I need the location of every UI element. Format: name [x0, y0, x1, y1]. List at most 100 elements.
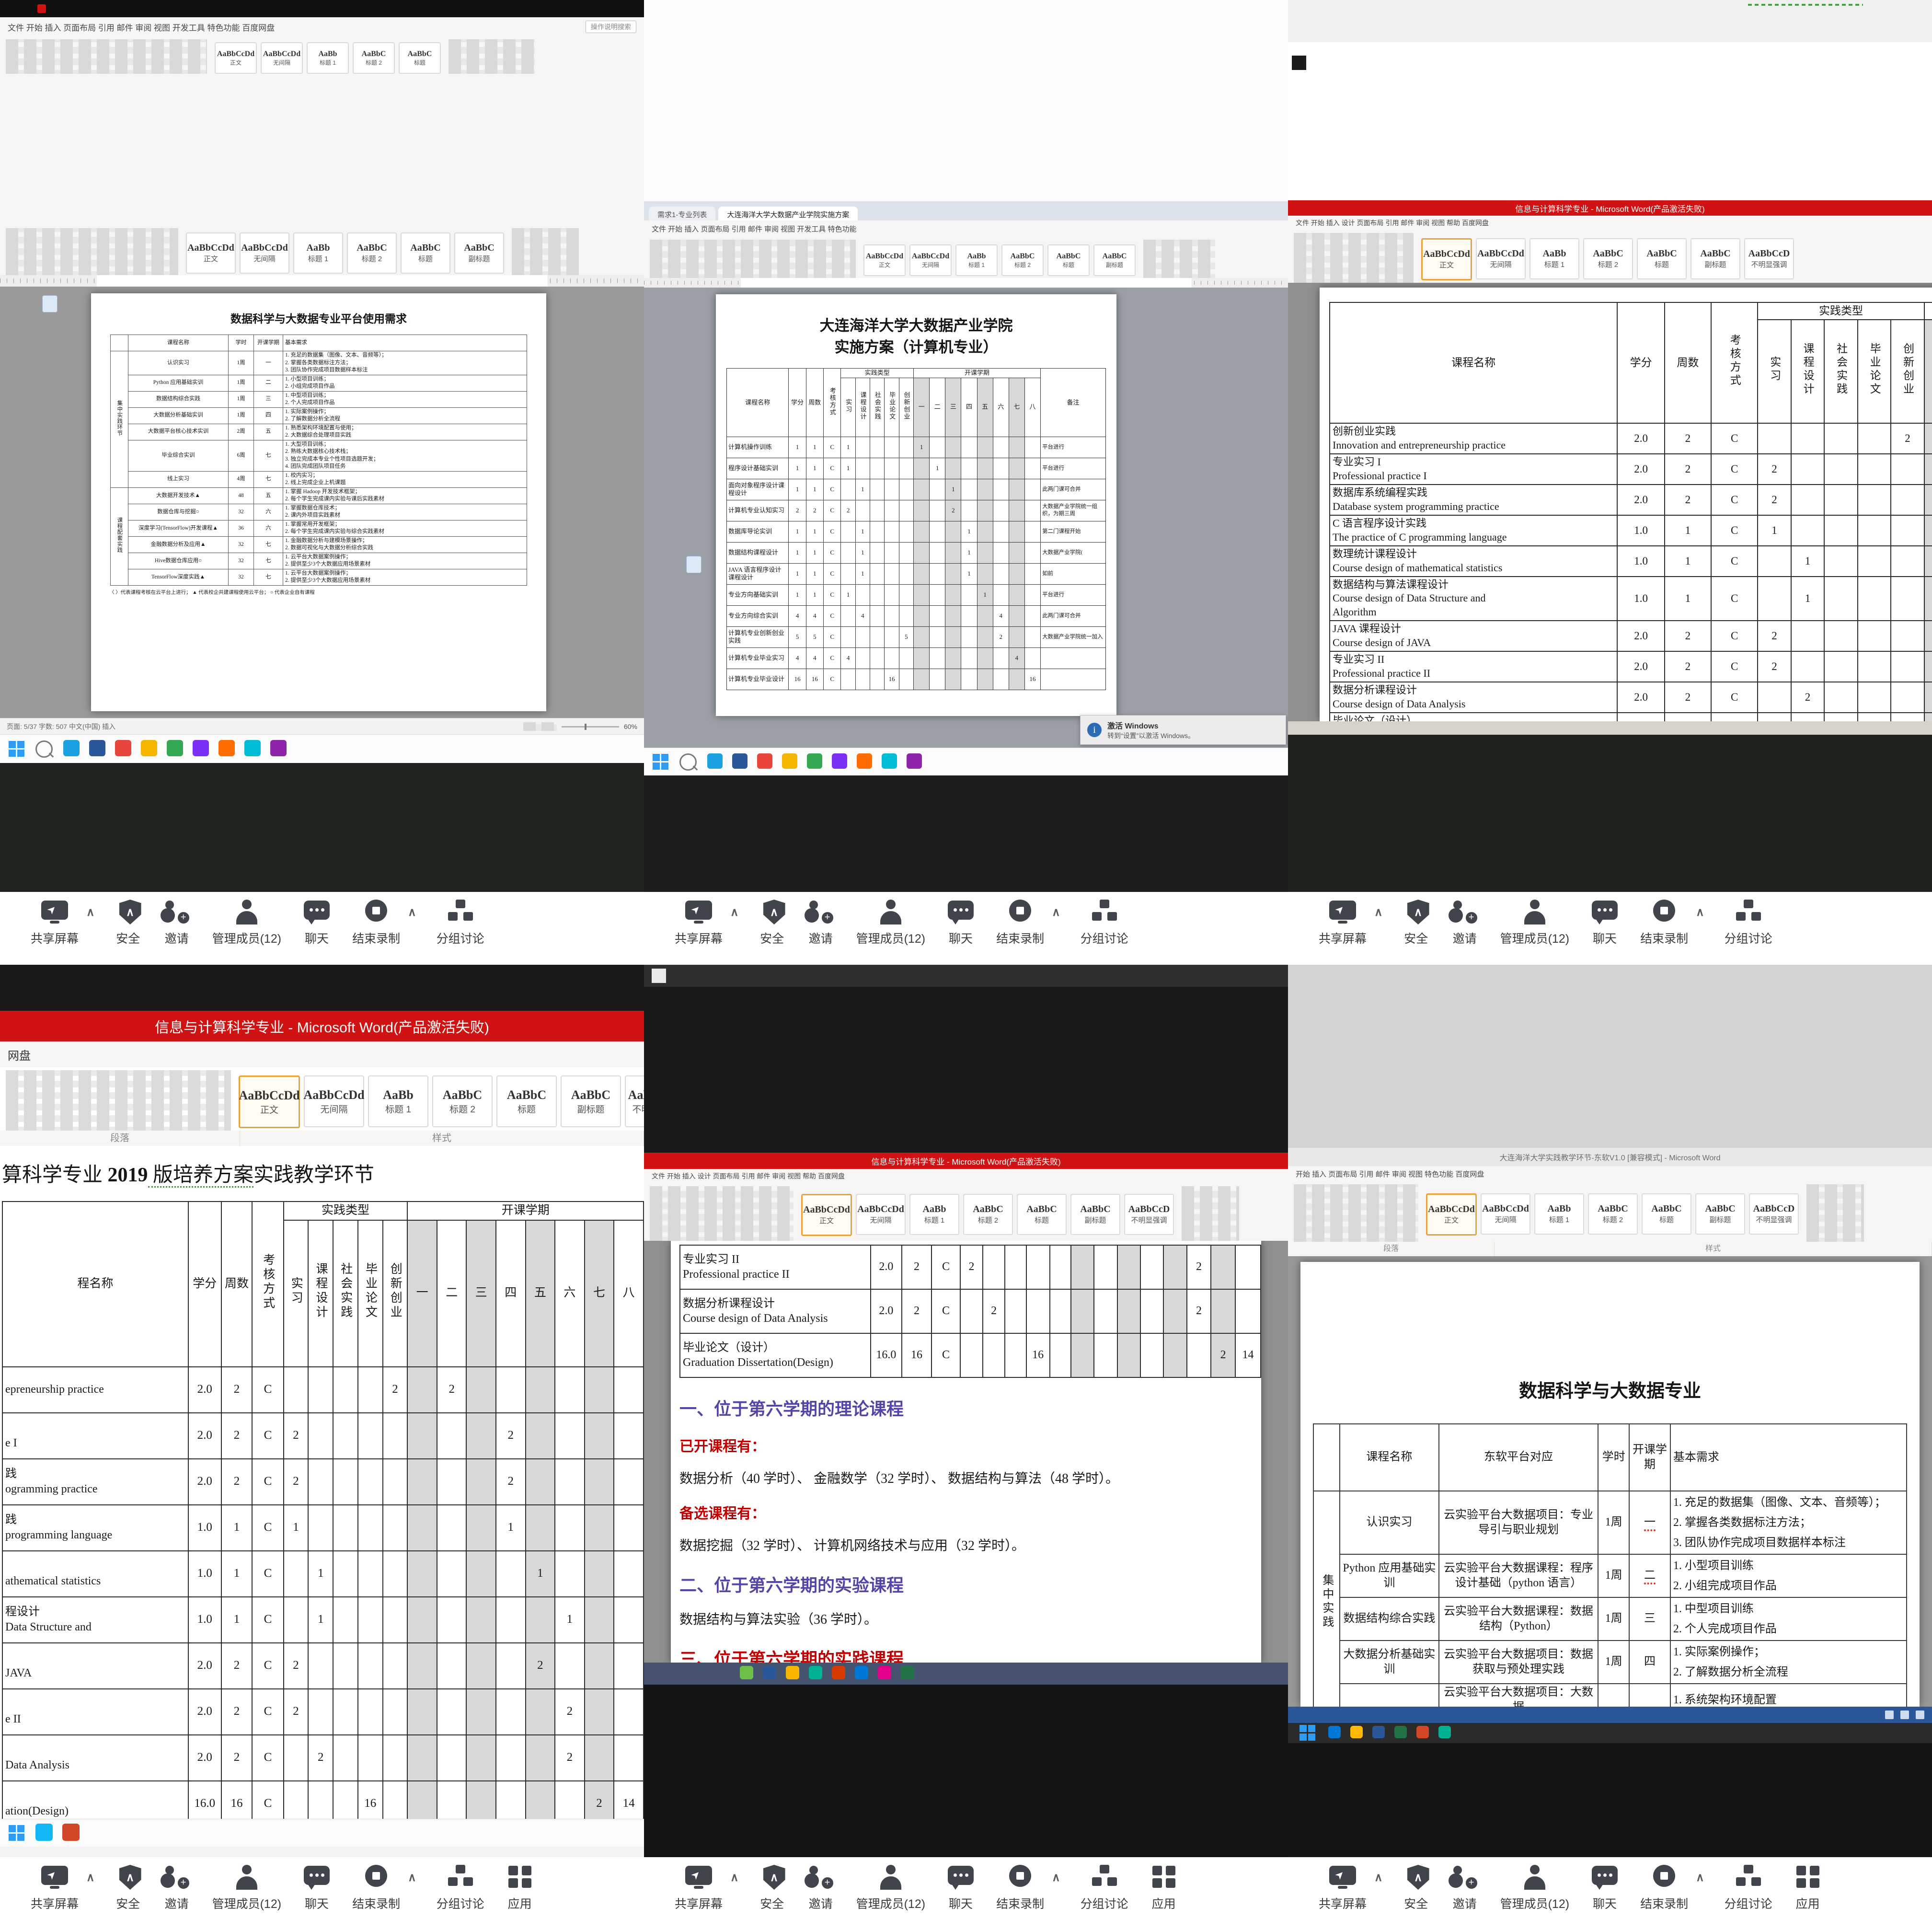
- toolbar-apps-button[interactable]: 应用: [1149, 1865, 1179, 1912]
- toolbar-record-stop-button[interactable]: 结束录制: [1640, 1865, 1688, 1912]
- word-menu-bar[interactable]: 网盘: [0, 1041, 644, 1068]
- toolbar-invite-button[interactable]: 邀请: [805, 1865, 836, 1912]
- style-option[interactable]: AaBbC标题: [1047, 244, 1090, 276]
- app-icon[interactable]: [218, 740, 235, 756]
- windows-taskbar[interactable]: [0, 734, 644, 763]
- style-option[interactable]: AaBbC标题: [1642, 1193, 1691, 1235]
- app-icon[interactable]: [878, 1666, 891, 1679]
- toolbar-invite-button[interactable]: 邀请: [161, 900, 192, 947]
- search-icon[interactable]: [35, 740, 53, 758]
- start-button-icon[interactable]: [9, 1825, 25, 1841]
- app-icon[interactable]: [809, 1666, 822, 1679]
- toolbar-members-button[interactable]: 管理成员(12): [856, 900, 925, 947]
- toolbar-record-stop-button[interactable]: 结束录制: [352, 1865, 400, 1912]
- style-option[interactable]: AaBb标题 1: [368, 1075, 428, 1127]
- chevron-up-icon[interactable]: ∧: [86, 905, 95, 919]
- chevron-up-icon[interactable]: ∧: [730, 1871, 739, 1884]
- style-option[interactable]: AaBbCcDd正文: [215, 42, 257, 74]
- app-icon[interactable]: [115, 740, 131, 756]
- menu-items[interactable]: 文件 开始 插入 设计 页面布局 引用 邮件 审阅 视图 帮助 百度网盘: [1296, 218, 1489, 228]
- toolbar-apps-button[interactable]: 应用: [505, 1865, 535, 1912]
- style-option[interactable]: AaBbCcDd正文: [1426, 1193, 1477, 1236]
- style-option[interactable]: AaBbCcDd无间隔: [1476, 238, 1526, 279]
- toolbar-members-button[interactable]: 管理成员(12): [856, 1865, 925, 1912]
- app-icon[interactable]: [1350, 1726, 1363, 1738]
- toolbar-shield-button[interactable]: 安全: [759, 1865, 785, 1912]
- style-option[interactable]: AaBbC副标题: [561, 1075, 621, 1127]
- toolbar-members-button[interactable]: 管理成员(12): [212, 1865, 281, 1912]
- style-option[interactable]: AaBbC副标题: [1093, 244, 1136, 276]
- toolbar-chat-button[interactable]: 聊天: [945, 1865, 976, 1912]
- style-option[interactable]: AaBbCcD不明显强调: [625, 1075, 644, 1127]
- taskbar-app-icons[interactable]: [63, 740, 296, 759]
- paste-options-icon[interactable]: [42, 295, 58, 312]
- editing-icons[interactable]: [448, 39, 535, 77]
- style-option[interactable]: AaBbCcDd正文: [239, 1075, 300, 1128]
- style-option[interactable]: AaBbCcDd无间隔: [856, 1194, 906, 1235]
- chevron-up-icon[interactable]: ∧: [408, 1871, 416, 1884]
- word-menu-bar[interactable]: 文件 开始 插入 设计 页面布局 引用 邮件 审阅 视图 帮助 百度网盘: [644, 1169, 1288, 1184]
- app-icon[interactable]: [857, 753, 872, 769]
- editing-icons[interactable]: [1143, 240, 1215, 281]
- chevron-up-icon[interactable]: ∧: [1052, 905, 1060, 919]
- app-icon[interactable]: [757, 753, 772, 769]
- taskbar-app-icons[interactable]: [707, 753, 932, 771]
- toolbar-screen-share-button[interactable]: 共享屏幕: [675, 900, 723, 947]
- toolbar-breakout-button[interactable]: 分组讨论: [1725, 1865, 1772, 1912]
- style-option[interactable]: AaBbC标题 2: [963, 1194, 1013, 1235]
- style-gallery[interactable]: AaBbCcDd正文AaBbCcDd无间隔AaBb标题 1AaBbC标题 2Aa…: [186, 232, 504, 274]
- toolbar-chat-button[interactable]: 聊天: [301, 1865, 332, 1912]
- zoom-slider[interactable]: [562, 726, 619, 728]
- style-gallery[interactable]: AaBbCcDd正文AaBbCcDd无间隔AaBb标题 1AaBbC标题 2Aa…: [801, 1194, 1174, 1236]
- toolbar-screen-share-button[interactable]: 共享屏幕: [1319, 900, 1367, 947]
- style-option[interactable]: AaBbCcD不明显强调: [1124, 1194, 1174, 1235]
- style-gallery[interactable]: AaBbCcDd正文AaBbCcDd无间隔AaBb标题 1AaBbC标题 2Aa…: [1426, 1193, 1799, 1236]
- toolbar-record-stop-button[interactable]: 结束录制: [1640, 900, 1688, 947]
- view-mode-icons[interactable]: [523, 722, 557, 731]
- toolbar-record-stop-button[interactable]: 结束录制: [352, 900, 400, 947]
- word-titlebar-unactivated[interactable]: 信息与计算科学专业 - Microsoft Word(产品激活失败): [1288, 200, 1932, 216]
- style-option[interactable]: AaBb标题 1: [909, 1194, 959, 1235]
- toolbar-invite-button[interactable]: 邀请: [805, 900, 836, 947]
- style-option[interactable]: AaBbCcD不明显强调: [1749, 1193, 1799, 1235]
- toolbar-shield-button[interactable]: 安全: [759, 900, 785, 947]
- toolbar-invite-button[interactable]: 邀请: [1449, 1865, 1480, 1912]
- toolbar-screen-share-button[interactable]: 共享屏幕: [31, 1865, 79, 1912]
- font-controls-icons[interactable]: [6, 39, 207, 77]
- style-option[interactable]: AaBbC标题: [401, 232, 450, 274]
- style-option[interactable]: AaBbCcDd无间隔: [240, 232, 289, 274]
- taskbar-app-icons[interactable]: [1328, 1726, 1460, 1741]
- windows-taskbar[interactable]: [644, 1663, 1288, 1685]
- zoom-level[interactable]: 60%: [624, 723, 637, 730]
- app-icon[interactable]: [62, 1824, 80, 1841]
- menu-items[interactable]: 开始 插入 页面布局 引用 邮件 审阅 视图 特色功能 百度网盘: [1296, 1169, 1484, 1179]
- toolbar-shield-button[interactable]: 安全: [115, 1865, 141, 1912]
- font-controls-icons[interactable]: [1294, 233, 1414, 286]
- menu-items[interactable]: 文件 开始 插入 页面布局 引用 邮件 审阅 视图 开发工具 特色功能: [652, 224, 857, 234]
- style-option[interactable]: AaBbC标题 2: [1588, 1193, 1638, 1235]
- toolbar-members-button[interactable]: 管理成员(12): [212, 900, 281, 947]
- paragraph-controls-icons[interactable]: [6, 1070, 231, 1133]
- app-icon[interactable]: [1372, 1726, 1385, 1738]
- style-option[interactable]: AaBbC标题: [399, 42, 441, 74]
- style-gallery[interactable]: AaBbCcDd正文AaBbCcDd无间隔AaBb标题 1AaBbC标题 2Aa…: [863, 244, 1136, 276]
- chevron-up-icon[interactable]: ∧: [1374, 1871, 1383, 1884]
- app-icon[interactable]: [1416, 1726, 1429, 1738]
- app-icon[interactable]: [832, 753, 847, 769]
- word-titlebar-unactivated[interactable]: 信息与计算科学专业 - Microsoft Word(产品激活失败): [0, 1011, 644, 1041]
- style-option[interactable]: AaBbCcDd无间隔: [909, 244, 952, 276]
- toolbar-apps-button[interactable]: 应用: [1793, 1865, 1823, 1912]
- app-icon[interactable]: [786, 1666, 799, 1679]
- editing-icons[interactable]: [1806, 1184, 1864, 1245]
- toolbar-invite-button[interactable]: 邀请: [161, 1865, 192, 1912]
- toolbar-chat-button[interactable]: 聊天: [301, 900, 332, 947]
- app-icon[interactable]: [1394, 1726, 1407, 1738]
- menu-items[interactable]: 文件 开始 插入 设计 页面布局 引用 邮件 审阅 视图 帮助 百度网盘: [652, 1171, 845, 1181]
- toolbar-breakout-button[interactable]: 分组讨论: [437, 900, 484, 947]
- toolbar-shield-button[interactable]: 安全: [1403, 1865, 1429, 1912]
- style-option[interactable]: AaBbCcDd正文: [1421, 238, 1472, 280]
- chevron-up-icon[interactable]: ∧: [730, 905, 739, 919]
- toolbar-breakout-button[interactable]: 分组讨论: [437, 1865, 484, 1912]
- menu-items[interactable]: 文件 开始 插入 页面布局 引用 邮件 审阅 视图 开发工具 特色功能 百度网盘: [8, 21, 275, 33]
- paragraph-controls-icons[interactable]: [650, 1186, 794, 1244]
